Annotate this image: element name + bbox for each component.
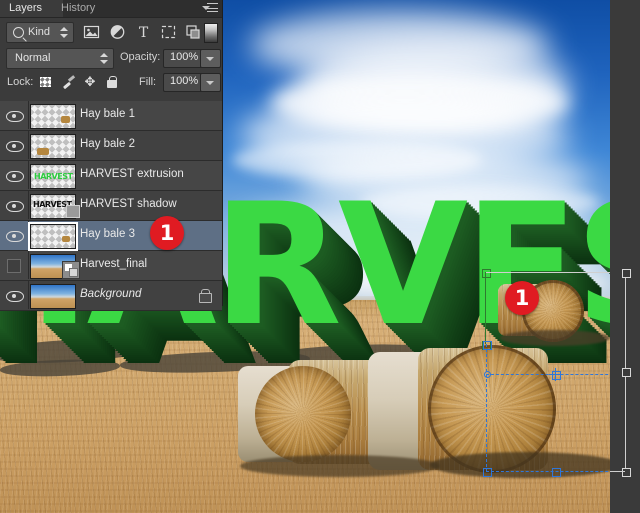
updown-stepper-icon[interactable] [60,27,68,38]
transform-handle[interactable] [622,368,631,377]
panel-menu-icon[interactable] [202,3,218,15]
lock-all-padlock-icon[interactable] [104,74,120,90]
eye-icon [6,231,24,242]
fill-value: 100% [170,75,199,87]
layer-thumbnail[interactable]: HARVEST [30,164,76,189]
layer-thumbnail[interactable]: HARVEST [30,194,80,219]
filter-kind-label: Kind [28,26,51,38]
layer-visibility-toggle[interactable] [0,131,29,159]
screenshot-root: HARVEST [0,0,640,513]
hay-bale-shadow [240,455,440,477]
layer-thumbnail[interactable] [30,104,76,129]
transform-guide-line [486,272,610,273]
hay-bale-far-face [255,366,351,462]
layer-name: HARVEST extrusion [80,168,184,180]
transform-guide-line [610,471,625,472]
lock-pixels-brush-icon[interactable] [60,74,76,90]
layer-name: HARVEST shadow [80,198,177,210]
layer-visibility-toggle[interactable] [0,191,29,219]
opacity-value: 100% [170,51,199,63]
eye-icon [6,291,24,302]
shape-filter-icon[interactable] [159,23,178,41]
smart-object-badge [62,261,80,279]
layer-visibility-toggle[interactable] [0,281,29,309]
blend-mode-value: Normal [15,52,51,64]
smart-object-filter-icon[interactable] [184,23,203,41]
layers-list: Hay bale 1 Hay bale 2 HARVEST HARVEST ex… [0,101,222,311]
layer-name: Harvest_final [80,258,148,270]
eye-icon [6,111,24,122]
layer-filter-row: Kind T [0,18,222,46]
adjustment-filter-icon[interactable] [108,23,127,41]
layer-row-background[interactable]: Background [0,281,222,311]
callout-badge-layer-row: 1 [150,216,184,250]
opacity-dropdown-button[interactable] [200,49,221,68]
layer-name: Hay bale 1 [80,108,135,120]
eye-icon [6,201,24,212]
layer-visibility-toggle[interactable] [0,251,29,279]
layer-name: Hay bale 3 [80,228,135,240]
transform-bbox-edge [486,471,610,472]
opacity-label: Opacity: [120,51,161,63]
layer-row-harvest-extrusion[interactable]: HARVEST HARVEST extrusion [0,161,222,191]
tab-history[interactable]: History [52,0,120,17]
transform-handle[interactable] [483,341,492,350]
layer-thumbnail[interactable] [30,284,76,309]
layer-visibility-toggle[interactable] [0,221,29,249]
filter-kind-select[interactable]: Kind [6,22,74,43]
lock-label: Lock: [7,76,34,88]
layer-row-hay-bale-1[interactable]: Hay bale 1 [0,101,222,131]
layer-thumbnail[interactable] [30,254,80,279]
eye-icon [6,171,24,182]
transform-reference-point-icon[interactable] [549,368,562,381]
layer-row-hay-bale-3[interactable]: Hay bale 3 [0,221,222,251]
svg-text:T: T [139,25,149,41]
panel-tab-bar: Layers History [0,0,222,18]
layer-row-harvest-final[interactable]: Harvest_final [0,251,222,281]
callout-badge-canvas: 1 [505,281,539,315]
layers-panel: Layers History Kind T Normal Opacity: 10… [0,0,223,311]
eye-hidden-icon [7,259,21,273]
type-filter-icon[interactable]: T [134,23,153,41]
transform-handle[interactable] [622,269,631,278]
transform-edge-green [485,272,486,344]
3d-cube-badge [64,202,81,219]
blend-mode-select[interactable]: Normal [6,48,114,69]
lock-transparency-icon[interactable] [38,74,54,90]
transform-handle[interactable] [482,269,491,278]
fill-label: Fill: [139,76,157,88]
layer-name: Hay bale 2 [80,138,135,150]
transform-handle[interactable] [622,468,631,477]
lock-row: Lock: ✥ Fill: 100% [0,70,222,94]
fill-dropdown-button[interactable] [200,73,221,92]
transform-bbox-edge [486,374,610,375]
layer-name: Background [80,288,142,300]
blend-opacity-row: Normal Opacity: 100% [0,46,222,70]
transform-handle[interactable] [552,468,561,477]
eye-icon [6,141,24,152]
transform-bbox-edge [486,344,487,472]
layer-thumbnail[interactable] [30,134,76,159]
layer-visibility-toggle[interactable] [0,101,29,129]
layer-row-hay-bale-2[interactable]: Hay bale 2 [0,131,222,161]
hay-bale-shadow [430,452,610,478]
layer-row-harvest-shadow[interactable]: HARVEST HARVEST shadow [0,191,222,221]
transform-handle[interactable] [483,468,492,477]
search-icon [13,27,24,38]
hay-bale-right-shadow [500,330,610,346]
layer-visibility-toggle[interactable] [0,161,29,189]
filter-toggle-swatch[interactable] [204,23,218,43]
image-filter-icon[interactable] [82,23,101,41]
background-lock-icon[interactable] [199,289,212,303]
layer-thumbnail[interactable] [28,222,78,251]
lock-position-move-icon[interactable]: ✥ [82,74,98,90]
transform-anchor-dot[interactable] [484,371,491,378]
blend-stepper-icon[interactable] [100,53,108,64]
